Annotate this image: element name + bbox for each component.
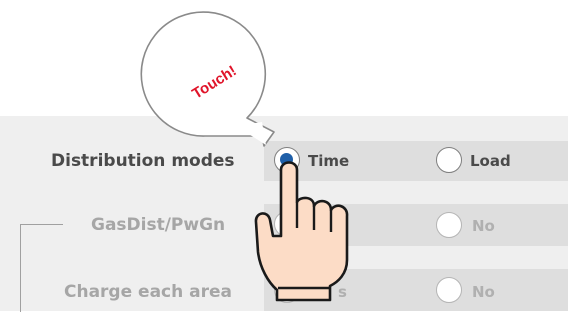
- touch-callout-text: Touch!: [189, 62, 240, 103]
- radio-charge-yes-label: s: [338, 283, 347, 301]
- radio-time-label: Time: [308, 152, 350, 170]
- charge-area-label: Charge each area: [64, 282, 233, 302]
- radio-charge-no-label: No: [472, 283, 495, 301]
- radio-load[interactable]: [436, 147, 462, 173]
- radio-charge-no[interactable]: [436, 277, 462, 303]
- group-bracket: [20, 224, 63, 312]
- radio-time[interactable]: [274, 147, 300, 173]
- charge-area-row: [264, 269, 568, 311]
- radio-gasdist-no[interactable]: [436, 212, 462, 238]
- radio-gasdist-yes[interactable]: [274, 211, 300, 237]
- radio-gasdist-no-label: No: [472, 217, 495, 235]
- radio-load-label: Load: [470, 152, 511, 170]
- gasdist-row: [264, 204, 568, 246]
- distribution-modes-label: Distribution modes: [51, 151, 235, 171]
- gasdist-label: GasDist/PwGn: [91, 215, 226, 235]
- radio-charge-yes[interactable]: [274, 277, 300, 303]
